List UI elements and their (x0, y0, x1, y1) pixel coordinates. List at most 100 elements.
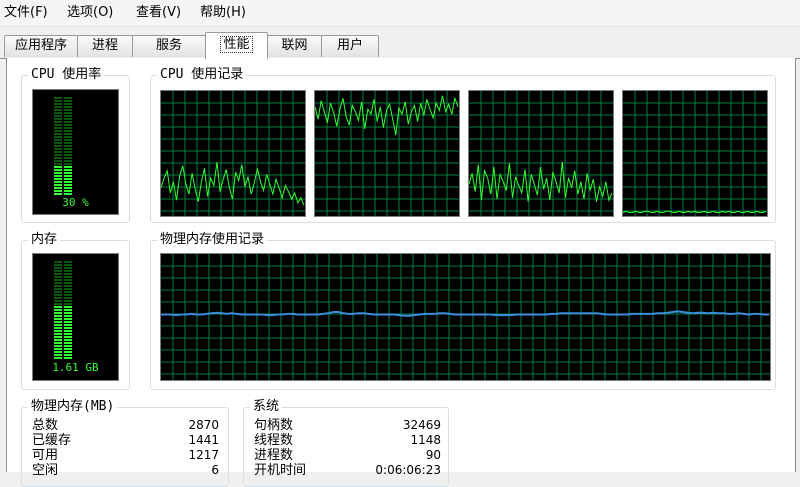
menu-help[interactable]: 帮助(H) (200, 5, 246, 21)
cpu-meter-segment (54, 175, 72, 177)
tab-performance-label: 性能 (220, 36, 253, 53)
cpu-meter-segment (54, 193, 72, 195)
cpu-meter-segment (54, 133, 72, 135)
memory-history-chart (161, 254, 770, 380)
memory-history-title: 物理内存使用记录 (157, 232, 268, 248)
memory-meter-segment (54, 348, 72, 350)
memory-meter-segment (54, 333, 72, 335)
cpu-meter-segment (54, 172, 72, 174)
memory-meter-segment (54, 345, 72, 347)
memory-meter-segment (54, 276, 72, 278)
cpu-meter-segment (54, 187, 72, 189)
stat-uptime-label: 开机时间 (254, 463, 307, 478)
memory-meter-segment (54, 309, 72, 311)
stat-threads-label: 线程数 (254, 433, 294, 448)
stat-available: 可用 1217 (32, 448, 219, 463)
memory-meter-segment (54, 339, 72, 341)
cpu-meter-segment (54, 148, 72, 150)
menu-view[interactable]: 查看(V) (136, 5, 181, 21)
cpu-meter-segment (54, 121, 72, 123)
tab-users[interactable]: 用户 (321, 35, 379, 57)
memory-meter-segment (54, 357, 72, 359)
cpu-history-chart-core-3 (469, 91, 613, 216)
stat-uptime: 开机时间 0:06:06:23 (254, 463, 441, 478)
cpu-meter-segment (54, 103, 72, 105)
memory-meter-segment (54, 297, 72, 299)
stat-threads-value: 1148 (410, 433, 441, 447)
cpu-meter-segment (54, 166, 72, 168)
stat-processes: 进程数 90 (254, 448, 441, 463)
cpu-meter-segment (54, 124, 72, 126)
memory-meter-segment (54, 270, 72, 272)
cpu-meter-segment (54, 115, 72, 117)
tab-services[interactable]: 服务 (132, 35, 206, 57)
tab-strip: 应用程序 进程 服务 性能 联网 用户 (0, 30, 800, 59)
tab-users-label: 用户 (336, 38, 363, 53)
cpu-meter-segment (54, 169, 72, 171)
menu-bar: 文件(F) 选项(O) 查看(V) 帮助(H) (0, 0, 800, 27)
cpu-meter-segment (54, 106, 72, 108)
cpu-usage-group: CPU 使用率 30 % (21, 67, 130, 223)
memory-meter-segment (54, 354, 72, 356)
performance-panel: CPU 使用率 30 % CPU 使用记录 内存 1.61 GB 物理内存使用记… (6, 58, 796, 487)
cpu-meter-segment (54, 157, 72, 159)
cpu-history-chart-core-4 (623, 91, 767, 216)
cpu-history-graph-core-3 (468, 90, 614, 217)
tab-processes[interactable]: 进程 (77, 35, 133, 57)
cpu-meter-segment (54, 190, 72, 192)
stat-total-value: 2870 (188, 418, 219, 432)
memory-meter-segment (54, 264, 72, 266)
memory-meter-segment (54, 303, 72, 305)
stat-cached-label: 已缓存 (32, 433, 72, 448)
memory-meter-segment (54, 327, 72, 329)
memory-meter-segment (54, 267, 72, 269)
stat-total-label: 总数 (32, 418, 59, 433)
cpu-meter-segment (54, 130, 72, 132)
memory-meter-segment (54, 336, 72, 338)
physical-memory-title: 物理内存(MB) (28, 399, 118, 415)
cpu-meter-segment (54, 136, 72, 138)
memory-group: 内存 1.61 GB (21, 232, 130, 390)
cpu-meter-segment (54, 160, 72, 162)
memory-history-group: 物理内存使用记录 (150, 232, 776, 390)
memory-meter-segment (54, 306, 72, 308)
cpu-meter-segment (54, 100, 72, 102)
tab-performance[interactable]: 性能 (205, 32, 268, 59)
menu-options[interactable]: 选项(O) (67, 5, 113, 21)
memory-value: 1.61 GB (52, 361, 99, 374)
memory-meter-segment (54, 291, 72, 293)
memory-history-graph (160, 253, 771, 381)
cpu-meter-segment (54, 163, 72, 165)
cpu-meter-segment (54, 184, 72, 186)
stat-available-label: 可用 (32, 448, 59, 463)
tab-processes-label: 进程 (91, 38, 118, 53)
cpu-meter-segment (54, 181, 72, 183)
cpu-history-graph-core-4 (622, 90, 768, 217)
tab-networking[interactable]: 联网 (267, 35, 322, 57)
cpu-meter-segment (54, 139, 72, 141)
memory-meter-segment (54, 261, 72, 263)
system-title: 系统 (250, 399, 283, 415)
cpu-meter-segment (54, 145, 72, 147)
stat-threads: 线程数 1148 (254, 433, 441, 448)
menu-file[interactable]: 文件(F) (4, 5, 48, 21)
memory-meter-segment (54, 324, 72, 326)
memory-meter-segment (54, 294, 72, 296)
cpu-history-chart-core-2 (315, 91, 459, 216)
memory-meter-segment (54, 318, 72, 320)
memory-meter-segment (54, 342, 72, 344)
cpu-meter-segment (54, 118, 72, 120)
memory-meter-segment (54, 285, 72, 287)
memory-meter-segment (54, 273, 72, 275)
cpu-usage-meter: 30 % (32, 89, 119, 215)
cpu-meter-segment (54, 151, 72, 153)
cpu-history-group: CPU 使用记录 (150, 67, 776, 223)
memory-meter-segment (54, 312, 72, 314)
memory-meter-segment (54, 351, 72, 353)
memory-meter-segment (54, 282, 72, 284)
cpu-meter-segment (54, 154, 72, 156)
tab-applications[interactable]: 应用程序 (4, 35, 78, 57)
stat-cached-value: 1441 (188, 433, 219, 447)
system-group: 系统 句柄数 32469 线程数 1148 进程数 90 开机时间 0:06:06:23 (243, 399, 449, 487)
cpu-history-chart-core-1 (161, 91, 305, 216)
